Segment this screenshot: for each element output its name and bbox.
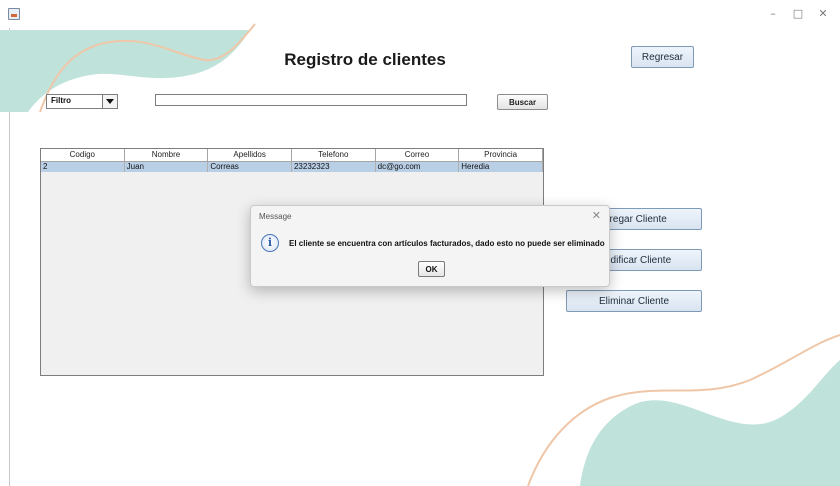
column-header-telefono[interactable]: Telefono [291, 149, 376, 162]
cell-codigo[interactable]: 2 [41, 162, 125, 172]
table-row[interactable]: 2 Juan Correas 23232323 dc@go.com Heredi… [41, 162, 543, 172]
eliminar-cliente-button[interactable]: Eliminar Cliente [566, 290, 702, 312]
buscar-button[interactable]: Buscar [497, 94, 548, 110]
page-title: Registro de clientes [284, 50, 446, 69]
dialog-title: Message [259, 212, 292, 221]
cell-nombre[interactable]: Juan [125, 162, 209, 172]
dialog-message: El cliente se encuentra con artículos fa… [289, 239, 605, 248]
chevron-down-icon [106, 99, 114, 104]
cell-apellidos[interactable]: Correas [208, 162, 292, 172]
cell-correo[interactable]: dc@go.com [376, 162, 460, 172]
column-header-nombre[interactable]: Nombre [124, 149, 209, 162]
message-dialog: Message ✕ i El cliente se encuentra con … [250, 205, 610, 287]
regresar-button[interactable]: Regresar [631, 46, 694, 68]
table-header: Codigo Nombre Apellidos Telefono Correo … [41, 149, 543, 162]
ok-button[interactable]: OK [418, 261, 445, 277]
teal-blob-bottom-right [580, 360, 840, 486]
filter-dropdown-toggle[interactable] [102, 95, 117, 108]
column-header-codigo[interactable]: Codigo [41, 149, 125, 162]
column-header-correo[interactable]: Correo [375, 149, 460, 162]
info-icon: i [261, 234, 279, 252]
filter-selected-label: Filtro [51, 96, 71, 105]
close-icon[interactable]: ✕ [592, 209, 601, 222]
cell-telefono[interactable]: 23232323 [292, 162, 376, 172]
search-input[interactable] [155, 94, 467, 106]
filter-select[interactable]: Filtro [46, 94, 118, 109]
cell-provincia[interactable]: Heredia [459, 162, 543, 172]
column-header-apellidos[interactable]: Apellidos [208, 149, 292, 162]
column-header-provincia[interactable]: Provincia [459, 149, 543, 162]
